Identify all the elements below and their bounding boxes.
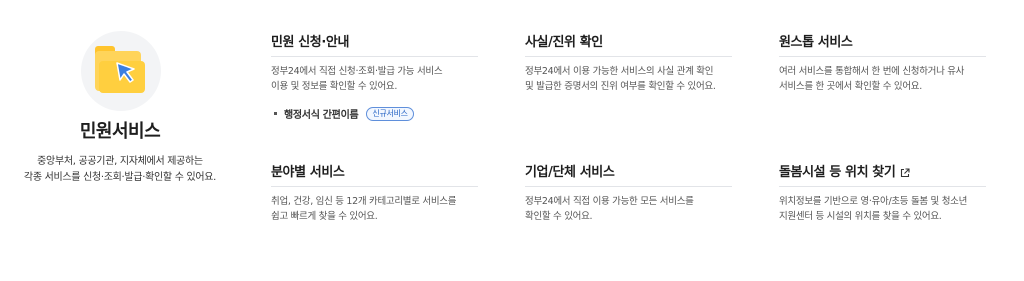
divider — [525, 56, 732, 57]
bullet-icon — [274, 112, 277, 115]
card-one-stop-service[interactable]: 원스톱 서비스 여러 서비스를 통합해서 한 번에 신청하거나 유사 서비스를 … — [779, 32, 986, 94]
card-care-facility-finder[interactable]: 돌봄시설 등 위치 찾기 위치정보를 기반으로 영·유아/초등 돌봄 및 청소년… — [779, 162, 986, 224]
card-description: 정부24에서 직접 이용 가능한 모든 서비스를 확인할 수 있어요. — [525, 196, 694, 222]
card-description: 정부24에서 직접 신청·조회·발급 가능 서비스 이용 및 정보를 확인할 수… — [271, 66, 443, 92]
card-title[interactable]: 민원 신청·안내 — [271, 32, 478, 54]
cursor-arrow-icon — [116, 62, 135, 83]
divider — [271, 56, 478, 57]
divider — [779, 186, 986, 187]
card-title[interactable]: 원스톱 서비스 — [779, 32, 986, 54]
card-category-service[interactable]: 분야별 서비스 취업, 건강, 임신 등 12개 카테고리별로 서비스를 쉽고 … — [271, 162, 478, 224]
new-service-badge: 신규서비스 — [366, 106, 414, 121]
section-title: 민원서비스 — [79, 121, 161, 142]
divider — [779, 56, 986, 57]
card-title[interactable]: 돌봄시설 등 위치 찾기 — [779, 162, 986, 184]
card-title[interactable]: 사실/진위 확인 — [525, 32, 732, 54]
card-description: 정부24에서 이용 가능한 서비스의 사실 관계 확인 및 발급한 증명서의 진… — [525, 66, 716, 92]
card-business-service[interactable]: 기업/단체 서비스 정부24에서 직접 이용 가능한 모든 서비스를 확인할 수… — [525, 162, 732, 224]
card-fact-verification[interactable]: 사실/진위 확인 정부24에서 이용 가능한 서비스의 사실 관계 확인 및 발… — [525, 32, 732, 94]
sublink-label: 행정서식 간편이름 — [284, 110, 359, 121]
card-description: 위치정보를 기반으로 영·유아/초등 돌봄 및 청소년 지원센터 등 시설의 위… — [779, 196, 968, 222]
external-link-icon — [901, 168, 910, 178]
divider — [271, 186, 478, 187]
folder-cursor-icon — [81, 31, 161, 111]
service-intro: 민원서비스 중앙부처, 공공기관, 지자체에서 제공하는 각종 서비스를 신청·… — [0, 0, 240, 281]
card-description: 여러 서비스를 통합해서 한 번에 신청하거나 유사 서비스를 한 곳에서 확인… — [779, 66, 965, 92]
card-description: 취업, 건강, 임신 등 12개 카테고리별로 서비스를 쉽고 빠르게 찾을 수… — [271, 196, 457, 222]
card-civil-application[interactable]: 민원 신청·안내 정부24에서 직접 신청·조회·발급 가능 서비스 이용 및 … — [271, 32, 478, 121]
card-title[interactable]: 기업/단체 서비스 — [525, 162, 732, 184]
card-title[interactable]: 분야별 서비스 — [271, 162, 478, 184]
simple-form-name-link[interactable]: 행정서식 간편이름 신규서비스 — [271, 106, 478, 121]
section-description: 중앙부처, 공공기관, 지자체에서 제공하는 각종 서비스를 신청·조회·발급·… — [23, 156, 217, 183]
divider — [525, 186, 732, 187]
